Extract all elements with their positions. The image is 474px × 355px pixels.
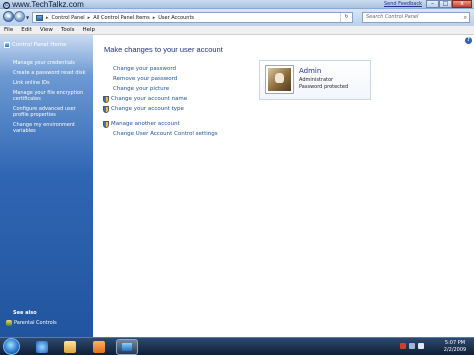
task-links: Manage your credentials Create a passwor… [13, 60, 91, 138]
change-password-label: Change your password [113, 66, 177, 72]
title-bar: c www.TechTalkz.com Send Feedback – □ x [0, 0, 474, 9]
clock-date: 2/2/2009 [443, 347, 467, 353]
breadcrumb-control-panel[interactable]: Control Panel [50, 15, 87, 21]
search-placeholder: Search Control Panel [366, 14, 419, 20]
menu-tools[interactable]: Tools [57, 26, 79, 34]
uac-settings-link[interactable]: Change User Account Control settings [103, 129, 253, 139]
back-button[interactable]: ◂ [3, 11, 14, 22]
clock-time: 5:07 PM [444, 340, 466, 346]
menu-file[interactable]: File [0, 26, 17, 34]
address-bar[interactable]: ▸ Control Panel ▸ All Control Panel Item… [32, 12, 353, 23]
parental-controls-icon [6, 320, 12, 326]
parental-controls-link[interactable]: Parental Controls [6, 320, 57, 326]
uac-shield-icon [103, 120, 109, 128]
media-player-icon[interactable] [93, 341, 105, 353]
user-avatar[interactable] [265, 65, 294, 94]
link-online-ids-link[interactable]: Link online IDs [13, 80, 91, 86]
control-panel-icon [36, 14, 43, 21]
see-also-heading: See also [13, 310, 37, 316]
search-icon[interactable]: ⌕ [464, 13, 467, 22]
uac-settings-label: Change User Account Control settings [113, 131, 218, 137]
password-reset-disk-link[interactable]: Create a password reset disk [13, 70, 91, 76]
windows-explorer-icon[interactable] [64, 341, 76, 353]
menu-bar: File Edit View Tools Help [0, 26, 474, 35]
recent-pages-dropdown-icon[interactable]: ▼ [26, 15, 29, 20]
forward-button[interactable]: ▸ [14, 11, 25, 22]
account-actions: Change your password Remove your passwor… [103, 64, 253, 139]
change-password-link[interactable]: Change your password [103, 64, 253, 74]
watermark-text: www.TechTalkz.com [12, 0, 84, 9]
search-input[interactable]: Search Control Panel ⌕ [362, 12, 470, 23]
environment-variables-link[interactable]: Change my environment variables [13, 122, 91, 134]
refresh-icon[interactable]: ↻ [340, 13, 352, 22]
navigation-bar: ◂ ▸ ▼ ▸ Control Panel ▸ All Control Pane… [0, 9, 474, 26]
taskbar-clock[interactable]: 5:07 PM 2/2/2009 [438, 340, 472, 354]
internet-explorer-icon[interactable] [36, 341, 48, 353]
manage-another-account-link[interactable]: Manage another account [103, 119, 253, 129]
change-account-type-link[interactable]: Change your account type [103, 104, 253, 114]
change-account-type-label: Change your account type [111, 106, 184, 112]
action-center-flag-icon[interactable] [400, 343, 406, 349]
close-button[interactable]: x [452, 0, 472, 8]
manage-another-account-label: Manage another account [111, 121, 180, 127]
start-button[interactable] [3, 338, 20, 355]
uac-shield-icon [103, 95, 109, 103]
user-account-card: Admin Administrator Password protected [259, 60, 371, 100]
window-controls: – □ x [426, 0, 472, 8]
volume-icon[interactable] [418, 343, 424, 349]
user-name: Admin [299, 67, 322, 75]
menu-view[interactable]: View [36, 26, 57, 34]
uac-shield-icon [103, 105, 109, 113]
control-panel-home-label: Control Panel Home [12, 42, 67, 48]
copyright-icon: c [3, 2, 10, 9]
page-title: Make changes to your user account [104, 45, 223, 54]
control-panel-taskbar-button[interactable] [116, 339, 138, 355]
parental-controls-label: Parental Controls [14, 320, 57, 326]
remove-password-label: Remove your password [113, 76, 178, 82]
change-picture-link[interactable]: Change your picture [103, 84, 253, 94]
maximize-button[interactable]: □ [439, 0, 452, 8]
menu-edit[interactable]: Edit [17, 26, 36, 34]
change-picture-label: Change your picture [113, 86, 170, 92]
breadcrumb-user-accounts[interactable]: User Accounts [156, 15, 196, 21]
minimize-button[interactable]: – [426, 0, 439, 8]
network-icon[interactable] [409, 343, 415, 349]
task-pane: Control Panel Home Manage your credentia… [0, 35, 93, 337]
send-feedback-link[interactable]: Send Feedback [384, 1, 422, 7]
remove-password-link[interactable]: Remove your password [103, 74, 253, 84]
encryption-certificates-link[interactable]: Manage your file encryption certificates [13, 90, 91, 102]
change-account-name-label: Change your account name [111, 96, 188, 102]
taskbar: 5:07 PM 2/2/2009 [0, 337, 474, 355]
user-password-status: Password protected [299, 84, 349, 90]
control-panel-icon [4, 42, 10, 48]
main-content: ? Make changes to your user account Chan… [93, 35, 474, 337]
advanced-profile-link[interactable]: Configure advanced user profile properti… [13, 106, 91, 118]
breadcrumb-all-items[interactable]: All Control Panel Items [91, 15, 152, 21]
help-icon[interactable]: ? [465, 37, 472, 44]
change-account-name-link[interactable]: Change your account name [103, 94, 253, 104]
watermark: c www.TechTalkz.com [3, 0, 84, 9]
user-picture [268, 68, 291, 91]
user-role: Administrator [299, 77, 334, 83]
control-panel-home-link[interactable]: Control Panel Home [4, 42, 66, 48]
system-tray [400, 343, 424, 349]
manage-credentials-link[interactable]: Manage your credentials [13, 60, 91, 66]
menu-help[interactable]: Help [79, 26, 100, 34]
